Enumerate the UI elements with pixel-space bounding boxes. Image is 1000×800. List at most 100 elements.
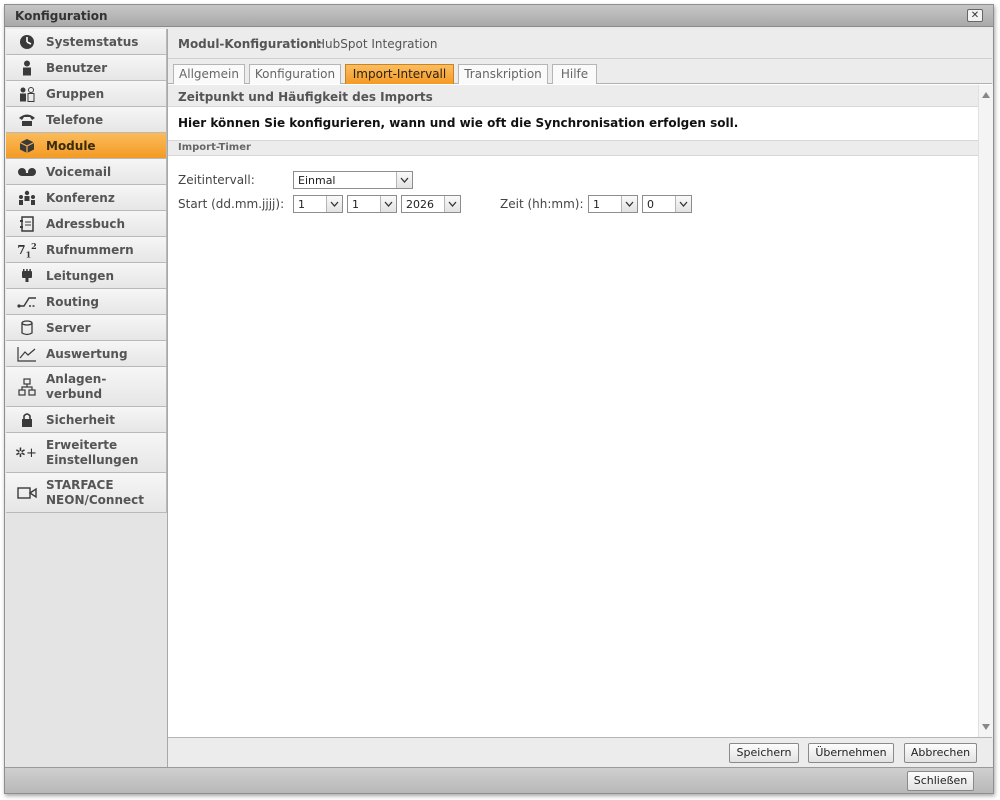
chart-icon (16, 344, 38, 364)
network-icon (16, 377, 38, 397)
tab-konfiguration[interactable]: Konfiguration (249, 64, 341, 84)
section-title: Zeitpunkt und Häufigkeit des Imports (178, 90, 433, 104)
sidebar-item-erweiterte-einstellungen[interactable]: ✲+ Erweiterte Einstellungen (6, 433, 167, 473)
sidebar-item-konferenz[interactable]: Konferenz (6, 185, 167, 211)
conference-icon (16, 188, 38, 208)
sidebar-item-server[interactable]: Server (6, 315, 167, 341)
sidebar-item-leitungen[interactable]: Leitungen (6, 263, 167, 289)
chevron-down-icon (444, 196, 460, 212)
sidebar-item-label: Module (46, 139, 96, 153)
chevron-down-icon (380, 196, 396, 212)
time-label: Zeit (hh:mm): (500, 197, 584, 211)
advanced-settings-icon: ✲+ (15, 445, 37, 461)
save-button[interactable]: Speichern (729, 743, 799, 763)
interval-label: Zeitintervall: (178, 173, 255, 187)
sidebar-item-adressbuch[interactable]: Adressbuch (6, 211, 167, 237)
sidebar: Systemstatus Benutzer Gruppen Telefone M… (6, 29, 167, 767)
sidebar-item-label: Voicemail (46, 165, 112, 179)
server-icon (16, 318, 38, 338)
vertical-scrollbar[interactable] (978, 85, 993, 737)
sidebar-item-gruppen[interactable]: Gruppen (6, 81, 167, 107)
panel-footer: Speichern Übernehmen Abbrechen (168, 737, 992, 767)
start-year-value: 2026 (406, 198, 434, 211)
interval-select[interactable]: Einmal (293, 171, 413, 189)
sidebar-item-label: Sicherheit (46, 413, 115, 427)
start-month-value: 1 (352, 198, 359, 211)
close-icon[interactable]: ✕ (967, 9, 983, 22)
chevron-down-icon (675, 196, 691, 212)
sidebar-item-routing[interactable]: Routing (6, 289, 167, 315)
sidebar-item-rufnummern[interactable]: 712 Rufnummern (6, 237, 167, 263)
interval-select-value: Einmal (298, 174, 336, 187)
chevron-down-icon (396, 172, 412, 188)
import-interval-panel: Zeitpunkt und Häufigkeit des Imports Hie… (168, 85, 978, 737)
subsection-title: Import-Timer (178, 142, 251, 153)
sidebar-item-label: Auswertung (46, 347, 128, 361)
module-header-label: Modul-Konfiguration: (178, 37, 322, 51)
sidebar-item-label: Gruppen (46, 87, 105, 101)
scroll-down-icon[interactable] (981, 720, 991, 734)
window-bottom-bar: Schließen (5, 767, 993, 793)
chevron-down-icon (326, 196, 342, 212)
sidebar-item-label: Adressbuch (46, 217, 126, 231)
sidebar-item-module[interactable]: Module (6, 133, 167, 159)
sidebar-item-anlagenverbund[interactable]: Anlagen- verbund (6, 367, 167, 407)
sidebar-item-voicemail[interactable]: Voicemail (6, 159, 167, 185)
section-header: Zeitpunkt und Häufigkeit des Imports (168, 85, 978, 107)
sidebar-item-label: Rufnummern (46, 243, 134, 257)
time-hour-select[interactable]: 1 (588, 195, 638, 213)
sidebar-item-label: Konferenz (46, 191, 115, 205)
phone-icon (16, 110, 38, 130)
sidebar-item-benutzer[interactable]: Benutzer (6, 55, 167, 81)
section-description: Hier können Sie konfigurieren, wann und … (178, 116, 739, 130)
module-header-value: HubSpot Integration (316, 37, 438, 51)
tab-bar: Allgemein Konfiguration Import-Intervall… (168, 59, 992, 84)
start-day-value: 1 (298, 198, 305, 211)
module-icon (16, 136, 38, 156)
scroll-up-icon[interactable] (981, 88, 991, 102)
window-title: Konfiguration (15, 9, 108, 23)
start-day-select[interactable]: 1 (293, 195, 343, 213)
group-icon (16, 84, 38, 104)
addressbook-icon (16, 214, 38, 234)
sidebar-item-label: Benutzer (46, 61, 108, 75)
video-icon (16, 483, 38, 503)
start-month-select[interactable]: 1 (347, 195, 397, 213)
sidebar-item-label: STARFACE NEON/Connect (46, 478, 144, 507)
sidebar-item-auswertung[interactable]: Auswertung (6, 341, 167, 367)
sidebar-item-starface-neon-connect[interactable]: STARFACE NEON/Connect (6, 473, 167, 513)
window-titlebar: Konfiguration ✕ (5, 5, 993, 27)
apply-button[interactable]: Übernehmen (808, 743, 894, 763)
time-hour-value: 1 (593, 198, 600, 211)
user-icon (16, 58, 38, 78)
sidebar-item-label: Erweiterte Einstellungen (46, 438, 139, 467)
tab-import-intervall[interactable]: Import-Intervall (345, 64, 454, 84)
sidebar-item-sicherheit[interactable]: Sicherheit (6, 407, 167, 433)
numbers-icon: 712 (17, 240, 37, 260)
sidebar-item-telefone[interactable]: Telefone (6, 107, 167, 133)
routing-icon (16, 292, 38, 312)
gauge-icon (16, 32, 38, 52)
plug-icon (16, 266, 38, 286)
lock-icon (16, 410, 38, 430)
config-window: Konfiguration ✕ Systemstatus Benutzer Gr… (4, 4, 994, 794)
tab-hilfe[interactable]: Hilfe (552, 64, 597, 84)
tab-allgemein[interactable]: Allgemein (173, 64, 245, 84)
start-year-select[interactable]: 2026 (401, 195, 461, 213)
close-window-button[interactable]: Schließen (907, 771, 974, 791)
subsection-header: Import-Timer (168, 140, 978, 156)
sidebar-item-systemstatus[interactable]: Systemstatus (6, 29, 167, 55)
time-minute-value: 0 (647, 198, 654, 211)
module-header: Modul-Konfiguration: HubSpot Integration (168, 29, 992, 59)
time-minute-select[interactable]: 0 (642, 195, 692, 213)
sidebar-item-label: Routing (46, 295, 100, 309)
sidebar-item-label: Anlagen- verbund (46, 372, 107, 401)
sidebar-item-label: Systemstatus (46, 35, 139, 49)
sidebar-item-label: Server (46, 321, 91, 335)
content-area: Modul-Konfiguration: HubSpot Integration… (167, 29, 993, 767)
start-date-label: Start (dd.mm.jjjj): (178, 197, 285, 211)
sidebar-item-label: Telefone (46, 113, 104, 127)
tab-transkription[interactable]: Transkription (458, 64, 548, 84)
chevron-down-icon (621, 196, 637, 212)
cancel-button[interactable]: Abbrechen (904, 743, 977, 763)
